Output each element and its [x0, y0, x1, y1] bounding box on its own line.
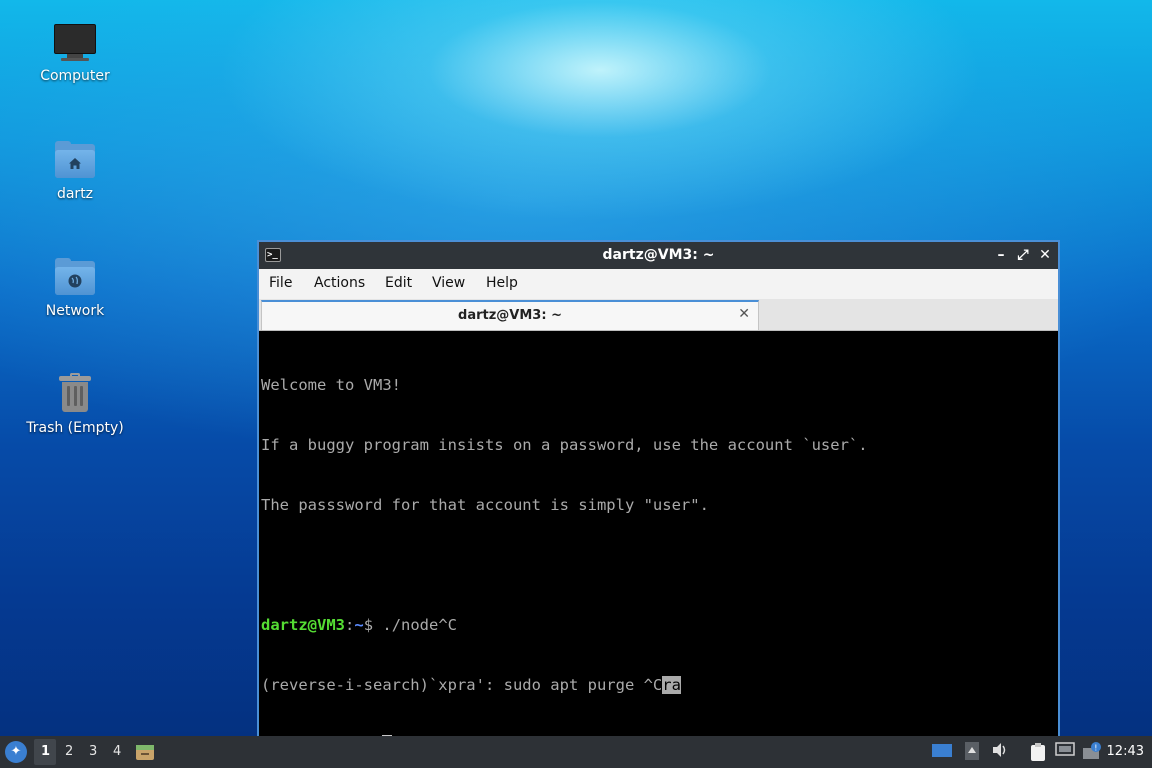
close-button[interactable]: ✕: [1036, 245, 1054, 265]
desktop-icon-label: Computer: [40, 68, 110, 84]
prompt-path: ~: [354, 616, 364, 634]
menu-help[interactable]: Help: [486, 275, 518, 291]
svg-text:!: !: [1094, 744, 1097, 753]
window-title: dartz@VM3: ~: [602, 247, 715, 263]
home-folder-icon: [53, 138, 97, 182]
tab-close-icon[interactable]: ✕: [738, 306, 750, 322]
start-menu-icon[interactable]: ✦: [5, 741, 27, 763]
desktop-icon-trash[interactable]: Trash (Empty): [20, 372, 130, 436]
prompt-separator: :: [345, 616, 355, 634]
clock[interactable]: 12:43: [1107, 744, 1144, 759]
desktop-icon-computer[interactable]: Computer: [20, 20, 130, 84]
desktop-icon[interactable]: [932, 742, 952, 762]
workspace-4[interactable]: 4: [113, 744, 121, 759]
workspace-2[interactable]: 2: [65, 744, 73, 759]
clipboard-icon[interactable]: [1028, 742, 1048, 762]
network-icon[interactable]: [1055, 742, 1075, 762]
desktop-icon-label: Trash (Empty): [26, 420, 124, 436]
search-match-highlight: ra: [662, 676, 681, 694]
desktop-icon-label: dartz: [56, 186, 94, 202]
arrow-up-icon[interactable]: [962, 742, 982, 762]
desktop-icon-network[interactable]: Network: [20, 255, 130, 319]
motd-line: The passsword for that account is simply…: [261, 496, 709, 514]
workspace-1[interactable]: 1: [41, 744, 50, 759]
motd-line: If a buggy program insists on a password…: [261, 436, 868, 454]
command-text: ./node^C: [382, 616, 458, 634]
minimize-button[interactable]: –: [992, 245, 1010, 265]
taskbar: ✦ 1 2 3 4 ! 12:43: [0, 736, 1152, 768]
terminal-output[interactable]: Welcome to VM3! If a buggy program insis…: [261, 334, 1058, 738]
search-text: (reverse-i-search)`xpra': sudo apt purge…: [261, 676, 663, 694]
network-folder-icon: [53, 255, 97, 299]
reverse-search-line: (reverse-i-search)`xpra': sudo apt purge…: [261, 675, 1058, 695]
workspace-3[interactable]: 3: [89, 744, 97, 759]
computer-icon: [53, 20, 97, 64]
prompt-symbol: $: [363, 616, 383, 634]
desktop-icon-home[interactable]: dartz: [20, 138, 130, 202]
maximize-button[interactable]: ⤢: [1014, 245, 1032, 265]
menu-file[interactable]: File: [269, 275, 292, 291]
update-icon[interactable]: !: [1082, 742, 1102, 762]
menubar: File Actions Edit View Help: [259, 269, 1058, 299]
prompt-user: dartz@VM3: [261, 616, 345, 634]
window-titlebar[interactable]: >_ dartz@VM3: ~ – ⤢ ✕: [259, 242, 1058, 269]
trash-icon: [53, 372, 97, 416]
menu-edit[interactable]: Edit: [385, 275, 412, 291]
tab-terminal[interactable]: dartz@VM3: ~ ✕: [261, 300, 759, 330]
volume-icon[interactable]: [990, 742, 1010, 762]
menu-actions[interactable]: Actions: [314, 275, 365, 291]
command-line: dartz@VM3:~$ ./node^C: [261, 615, 1058, 635]
tab-bar: dartz@VM3: ~ ✕: [259, 299, 1058, 331]
file-manager-icon[interactable]: [135, 742, 155, 762]
desktop-icon-label: Network: [45, 303, 105, 319]
motd-line: Welcome to VM3!: [261, 376, 401, 394]
menu-view[interactable]: View: [432, 275, 465, 291]
terminal-window[interactable]: >_ dartz@VM3: ~ – ⤢ ✕ File Actions Edit …: [257, 240, 1060, 740]
tab-label: dartz@VM3: ~: [458, 308, 562, 323]
